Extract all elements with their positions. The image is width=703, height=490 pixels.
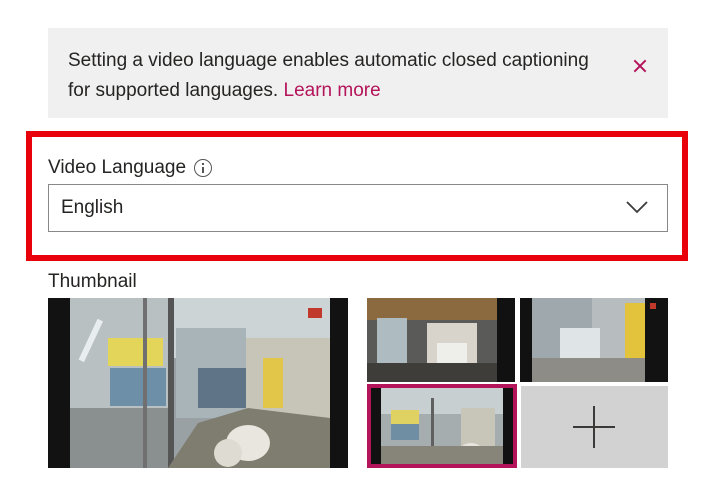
thumbnail-main-image [48,298,348,468]
thumbnail-option-1[interactable] [367,298,515,382]
thumbnail-label: Thumbnail [48,271,137,292]
learn-more-link[interactable]: Learn more [284,80,381,101]
thumbnail-option-1-image [367,298,515,382]
video-language-selected: English [61,197,124,218]
video-language-label-text: Video Language [48,157,187,178]
add-thumbnail-button[interactable] [521,386,668,468]
chevron-down-icon [626,201,648,214]
video-settings-panel: Setting a video language enables automat… [0,0,703,490]
thumbnail-option-2-image [520,298,668,382]
thumbnail-main[interactable] [48,298,348,468]
thumbnail-option-3-selected[interactable] [367,384,517,468]
info-icon[interactable] [194,159,213,177]
close-icon[interactable] [632,58,648,74]
thumbnail-option-3-image [371,388,513,464]
info-banner: Setting a video language enables automat… [48,28,668,118]
thumbnail-option-2[interactable] [520,298,668,382]
video-language-label: Video Language [48,156,213,180]
video-language-dropdown[interactable]: English [48,184,668,232]
